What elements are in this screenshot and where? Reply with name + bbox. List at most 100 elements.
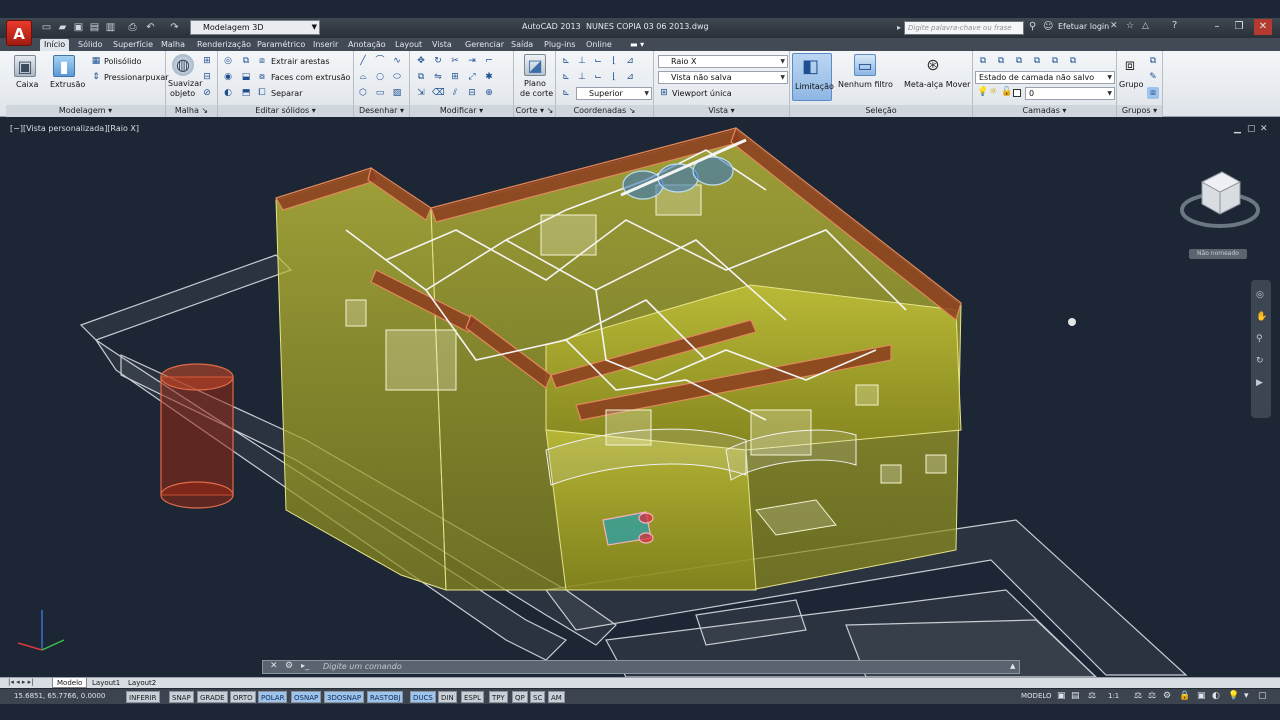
viewport-controls-label[interactable]: [−][Vista personalizada][Raio X] — [10, 124, 139, 133]
subtract-icon[interactable]: ◉ — [222, 71, 234, 83]
user-icon[interactable]: ☺ — [1043, 21, 1053, 32]
mesh-icon[interactable]: ⊞ — [201, 55, 213, 67]
saveall-icon[interactable]: ▥ — [104, 21, 117, 34]
group-icon[interactable]: ⧈ — [1119, 54, 1141, 76]
ucs-select[interactable]: Superior ▼ — [576, 87, 652, 100]
showmotion-icon[interactable]: ▶ — [1256, 378, 1263, 388]
hardware-accel-icon[interactable]: ▣ — [1197, 691, 1206, 701]
line-icon[interactable]: ╱ — [357, 55, 369, 67]
pressionar-label[interactable]: Pressionarpuxar — [104, 73, 169, 82]
layer-properties-icon[interactable]: ⧉ — [977, 55, 989, 67]
autoscale-icon[interactable]: ⚖ — [1148, 691, 1156, 701]
minimize-button[interactable]: – — [1208, 19, 1226, 35]
tab-layout1[interactable]: Layout1 — [88, 678, 124, 688]
ucs-x-icon[interactable]: ⊿ — [624, 55, 636, 67]
rotate-icon[interactable]: ↻ — [432, 55, 444, 67]
fillet-icon[interactable]: ⌐ — [483, 55, 495, 67]
group-select-icon[interactable]: ⧈ — [1147, 87, 1159, 99]
camadas-title[interactable]: Camadas ▾ — [973, 105, 1116, 117]
corte-title[interactable]: Corte ▾ ↘ — [514, 105, 555, 117]
workspace-switch-icon[interactable]: ⚙ — [1163, 691, 1171, 701]
modificar-title[interactable]: Modificar ▾ — [410, 105, 513, 117]
circle-icon[interactable]: ○ — [374, 71, 386, 83]
meta-label[interactable]: Meta-alça Mover — [904, 80, 970, 89]
explode-icon[interactable]: ✱ — [483, 71, 495, 83]
star-icon[interactable]: ☆ — [1126, 21, 1134, 31]
slice-icon[interactable]: ⧉ — [240, 55, 252, 67]
scale-icon[interactable]: ⤢ — [466, 71, 478, 83]
gizmo-icon[interactable]: ⊛ — [922, 54, 944, 76]
save-icon[interactable]: ▣ — [72, 21, 85, 34]
toggle-am[interactable]: AM — [548, 691, 565, 703]
mirror-icon[interactable]: ⇋ — [432, 71, 444, 83]
ucs-world-icon[interactable]: ⊥ — [576, 55, 588, 67]
toggle-snap[interactable]: SNAP — [169, 691, 194, 703]
spline-icon[interactable]: ∿ — [391, 55, 403, 67]
trim-icon[interactable]: ✂ — [449, 55, 461, 67]
section-plane-icon[interactable]: ◪ — [524, 54, 546, 76]
tab-inicio[interactable]: Início — [40, 39, 70, 51]
quick-view-drawings-icon[interactable]: ▤ — [1071, 691, 1080, 701]
toggle-espl[interactable]: ESPL — [461, 691, 484, 703]
ellipse-icon[interactable]: ⬭ — [391, 71, 403, 83]
application-menu-button[interactable]: A — [6, 20, 32, 46]
toggle-din[interactable]: DIN — [438, 691, 457, 703]
triangle-icon[interactable]: △ — [1142, 21, 1149, 31]
selecao-title[interactable]: Seleção — [790, 105, 972, 117]
lock-ui-icon[interactable]: 🔒 — [1179, 691, 1190, 701]
pan-icon[interactable]: ✋ — [1256, 312, 1267, 322]
tab-plugins[interactable]: Plug-ins — [540, 39, 580, 51]
annotation-visibility-icon[interactable]: ⚖ — [1134, 691, 1142, 701]
layer-iso-icon[interactable]: ⧉ — [1013, 55, 1025, 67]
align-icon[interactable]: ⊟ — [466, 87, 478, 99]
tab-malha[interactable]: Malha — [157, 39, 189, 51]
ucs-named-icon[interactable]: ⊾ — [560, 87, 572, 99]
viewport-label[interactable]: Viewport única — [672, 89, 732, 98]
tab-gerenciar[interactable]: Gerenciar — [461, 39, 508, 51]
de-corte-label[interactable]: de corte — [520, 89, 553, 98]
layer-state-select[interactable]: Estado de camada não salvo ▼ — [975, 71, 1115, 84]
layout-nav-icon[interactable]: |◂ ◂ ▸ ▸| — [8, 678, 33, 686]
visual-style-select[interactable]: Raio X ▼ — [658, 55, 788, 68]
tab-anotacao[interactable]: Anotação — [344, 39, 390, 51]
tab-renderizacao[interactable]: Renderização — [193, 39, 255, 51]
isolate-objects-icon[interactable]: ◐ — [1212, 691, 1220, 701]
mesh-refine-icon[interactable]: ⊟ — [201, 71, 213, 83]
group-edit-icon[interactable]: ✎ — [1147, 71, 1159, 83]
coordenadas-title[interactable]: Coordenadas ↘ — [556, 105, 653, 117]
caixa-label[interactable]: Caixa — [16, 80, 38, 89]
ucs-z-icon[interactable]: ⊾ — [560, 71, 572, 83]
exchange-icon[interactable]: ✕ — [1110, 21, 1118, 31]
tab-modelo[interactable]: Modelo — [52, 678, 88, 688]
ucs-y-icon[interactable]: ⊿ — [624, 71, 636, 83]
ribbon-toggle-icon[interactable]: ▬ ▾ — [626, 39, 648, 51]
toggle-orto[interactable]: ORTO — [230, 691, 256, 703]
tab-solido[interactable]: Sólido — [74, 39, 106, 51]
named-view-select[interactable]: Vista não salva ▼ — [658, 71, 788, 84]
lock-icon[interactable]: 🔓 — [1001, 87, 1012, 97]
extract-edges-icon[interactable]: ⧈ — [256, 55, 268, 67]
tab-saida[interactable]: Saída — [507, 39, 537, 51]
intersect-icon[interactable]: ◐ — [222, 87, 234, 99]
box-icon[interactable]: ▣ — [14, 55, 36, 77]
viewport-close-icon[interactable]: ✕ — [1260, 124, 1268, 134]
command-history-icon[interactable]: ▲ — [1010, 662, 1015, 670]
clean-screen-icon[interactable]: ▢ — [1258, 691, 1267, 701]
tab-parametrico[interactable]: Paramétrico — [253, 39, 309, 51]
named-ucs-badge[interactable]: Não nomeado — [1189, 249, 1247, 259]
undo-icon[interactable]: ↶ — [144, 21, 157, 34]
ucs-icon[interactable]: ⊾ — [560, 55, 572, 67]
stretch-icon[interactable]: ⇲ — [415, 87, 427, 99]
model-viewport[interactable]: Não nomeado — [6, 120, 1274, 677]
extrude-faces-icon[interactable]: ⧇ — [256, 71, 268, 83]
tab-vista[interactable]: Vista — [428, 39, 456, 51]
vista-title[interactable]: Vista ▾ — [654, 105, 789, 117]
tab-layout[interactable]: Layout — [391, 39, 426, 51]
restore-button[interactable]: ❐ — [1230, 19, 1248, 35]
toggle-inferir[interactable]: INFERIR — [126, 691, 160, 703]
toggle-grade[interactable]: GRADE — [197, 691, 228, 703]
quick-view-layouts-icon[interactable]: ▣ — [1057, 691, 1066, 701]
toggle-qp[interactable]: QP — [512, 691, 528, 703]
objeto-label[interactable]: objeto — [170, 89, 195, 98]
layer-off-icon[interactable]: ⧉ — [1067, 55, 1079, 67]
